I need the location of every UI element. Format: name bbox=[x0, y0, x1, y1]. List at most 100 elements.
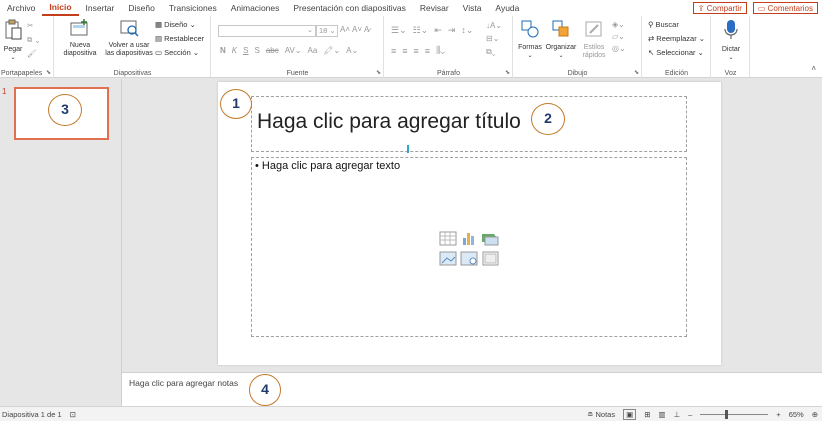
align-right-icon[interactable]: ≡ bbox=[414, 46, 419, 56]
reset-button[interactable]: ▤ Restablecer bbox=[155, 34, 204, 43]
tab-revisar[interactable]: Revisar bbox=[413, 0, 456, 16]
font-color-icon[interactable]: A⌄ bbox=[346, 46, 358, 55]
insert-table-icon[interactable] bbox=[439, 231, 457, 246]
quick-styles-icon bbox=[585, 21, 602, 37]
align-text-icon[interactable]: ⊟⌄ bbox=[486, 34, 499, 43]
decrease-indent-icon[interactable]: ⇤ bbox=[434, 25, 442, 36]
reading-view-icon[interactable]: ▥ bbox=[658, 410, 665, 419]
accessibility-icon[interactable]: ⊡ bbox=[70, 410, 76, 419]
zoom-in-icon[interactable]: + bbox=[776, 410, 780, 419]
notes-placeholder-text: Haga clic para agregar notas bbox=[129, 378, 239, 388]
cut-button[interactable]: ✂ bbox=[27, 21, 33, 30]
layout-button[interactable]: ▦ Diseño ⌄ bbox=[155, 20, 196, 29]
resize-handle[interactable] bbox=[407, 145, 409, 153]
tab-inicio[interactable]: Inicio bbox=[42, 0, 79, 16]
copy-button[interactable]: ⧉ ⌄ bbox=[27, 35, 41, 45]
group-voz: Dictar ⌄ Voz bbox=[712, 16, 750, 78]
dialog-launcher-icon[interactable]: ⬊ bbox=[46, 69, 51, 76]
shape-outline-icon[interactable]: ▱⌄ bbox=[612, 32, 625, 41]
chevron-down-icon: ⌄ bbox=[697, 48, 704, 57]
align-center-icon[interactable]: ≡ bbox=[402, 46, 407, 56]
group-portapapeles: Pegar ⌄ ✂ ⧉ ⌄ 🖌 Portapapeles ⬊ bbox=[0, 16, 54, 78]
tab-ayuda[interactable]: Ayuda bbox=[488, 0, 526, 16]
zoom-level[interactable]: 65% bbox=[789, 410, 804, 419]
insert-online-picture-icon[interactable] bbox=[460, 251, 478, 266]
comments-label: Comentarios bbox=[767, 4, 813, 13]
bullets-icon[interactable]: ☰⌄ bbox=[391, 25, 407, 36]
smartart-icon[interactable]: ⧉⌄ bbox=[486, 47, 496, 57]
increase-font-icon[interactable]: A˄ bbox=[340, 25, 350, 34]
strikethrough-button[interactable]: abc bbox=[266, 46, 279, 55]
quick-styles-button[interactable]: Estilos rápidos bbox=[580, 19, 608, 60]
zoom-slider[interactable] bbox=[700, 410, 769, 419]
find-button[interactable]: ⚲ Buscar bbox=[648, 20, 679, 29]
format-painter-button[interactable]: 🖌 bbox=[27, 49, 37, 58]
title-placeholder[interactable]: Haga clic para agregar título bbox=[251, 96, 687, 152]
shapes-button[interactable]: Formas ⌄ bbox=[517, 19, 543, 60]
align-left-icon[interactable]: ≡ bbox=[391, 46, 396, 56]
styles-label-2: rápidos bbox=[582, 52, 606, 59]
text-direction-icon[interactable]: ↓A⌄ bbox=[486, 21, 502, 30]
font-size-select[interactable]: 18 ⌄ bbox=[316, 25, 338, 37]
shape-fill-icon[interactable]: ◈⌄ bbox=[612, 20, 625, 29]
clear-format-icon[interactable]: A̷ bbox=[364, 25, 369, 34]
insert-video-icon[interactable] bbox=[482, 251, 499, 266]
zoom-out-icon[interactable]: – bbox=[688, 410, 692, 419]
chevron-down-icon: ⌄ bbox=[192, 48, 200, 57]
zoom-slider-thumb[interactable] bbox=[724, 410, 728, 419]
notes-toggle-button[interactable]: ≘ Notas bbox=[587, 410, 615, 419]
slide-sorter-icon[interactable]: ⊞ bbox=[644, 410, 650, 419]
status-bar: Diapositiva 1 de 1 ⊡ ≘ Notas ▣ ⊞ ▥ ⊥ – +… bbox=[0, 406, 822, 421]
dialog-launcher-icon[interactable]: ⬊ bbox=[505, 69, 510, 76]
comments-button[interactable]: ▭ Comentarios bbox=[752, 2, 818, 14]
content-placeholder[interactable]: • Haga clic para agregar texto bbox=[251, 157, 687, 337]
paste-button[interactable]: Pegar ⌄ bbox=[2, 19, 24, 62]
fit-to-window-icon[interactable]: ⊕ bbox=[812, 410, 818, 419]
tab-transiciones[interactable]: Transiciones bbox=[162, 0, 224, 16]
numbering-icon[interactable]: ☷⌄ bbox=[413, 25, 429, 36]
notes-pane[interactable]: Haga clic para agregar notas bbox=[122, 372, 822, 406]
font-family-select[interactable]: ⌄ bbox=[218, 25, 316, 37]
slideshow-icon[interactable]: ⊥ bbox=[674, 410, 681, 419]
new-slide-button[interactable]: Nueva diapositiva bbox=[58, 19, 102, 58]
tab-insertar[interactable]: Insertar bbox=[79, 0, 122, 16]
ribbon-tab-bar: Archivo Inicio Insertar Diseño Transicio… bbox=[0, 0, 822, 16]
arrange-button[interactable]: Organizar ⌄ bbox=[544, 19, 578, 60]
char-spacing-icon[interactable]: AV⌄ bbox=[285, 46, 302, 55]
group-label-diapositivas: Diapositivas bbox=[113, 70, 152, 77]
tab-vista[interactable]: Vista bbox=[456, 0, 489, 16]
brush-icon: 🖌 bbox=[27, 49, 37, 58]
slide-canvas[interactable]: Haga clic para agregar título • Haga cli… bbox=[218, 82, 721, 365]
tab-archivo[interactable]: Archivo bbox=[0, 0, 42, 16]
change-case-button[interactable]: Aa bbox=[308, 46, 318, 55]
section-button[interactable]: ▭ Sección ⌄ bbox=[155, 48, 199, 57]
tab-presentacion[interactable]: Presentación con diapositivas bbox=[286, 0, 412, 16]
tab-animaciones[interactable]: Animaciones bbox=[224, 0, 287, 16]
dialog-launcher-icon[interactable]: ⬊ bbox=[634, 69, 639, 76]
columns-icon[interactable]: ⫼⌄ bbox=[436, 45, 445, 56]
shadow-button[interactable]: S bbox=[254, 46, 259, 55]
tab-diseno[interactable]: Diseño bbox=[121, 0, 161, 16]
justify-icon[interactable]: ≡ bbox=[425, 46, 430, 56]
italic-button[interactable]: K bbox=[232, 46, 237, 55]
insert-chart-icon[interactable] bbox=[463, 233, 474, 245]
normal-view-icon[interactable]: ▣ bbox=[623, 409, 637, 420]
increase-indent-icon[interactable]: ⇥ bbox=[448, 25, 456, 36]
collapse-ribbon-icon[interactable]: ˄ bbox=[811, 64, 816, 73]
slide-thumbnails-panel: 1 bbox=[0, 79, 122, 406]
insert-picture-icon[interactable] bbox=[439, 251, 457, 266]
share-button[interactable]: ⇪ Compartir bbox=[692, 2, 747, 14]
dictate-button[interactable]: Dictar ⌄ bbox=[716, 19, 746, 62]
bold-button[interactable]: N bbox=[220, 46, 226, 55]
underline-button[interactable]: S bbox=[243, 46, 248, 55]
dialog-launcher-icon[interactable]: ⬊ bbox=[376, 69, 381, 76]
reuse-slides-button[interactable]: Volver a usar las diapositivas bbox=[103, 19, 155, 58]
replace-button[interactable]: ⇄ Reemplazar ⌄ bbox=[648, 34, 705, 43]
shape-effects-icon[interactable]: ◎⌄ bbox=[612, 44, 626, 53]
select-button[interactable]: ↖ Seleccionar ⌄ bbox=[648, 48, 704, 57]
highlight-icon[interactable]: 🖍⌄ bbox=[323, 46, 340, 55]
decrease-font-icon[interactable]: A˅ bbox=[352, 25, 362, 34]
styles-label-1: Estilos bbox=[583, 44, 605, 51]
insert-smartart-icon[interactable] bbox=[482, 234, 499, 246]
line-spacing-icon[interactable]: ↕⌄ bbox=[461, 25, 473, 36]
